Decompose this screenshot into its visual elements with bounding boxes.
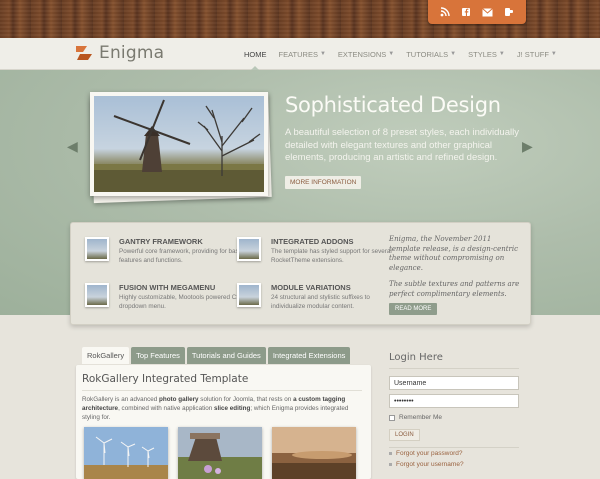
- divider: [82, 390, 362, 391]
- feature-thumbnail: [237, 283, 261, 307]
- feature-thumbnail: [85, 237, 109, 261]
- site-header: Enigma HOME FEATURES ▼ EXTENSIONS ▼ TUTORI…: [0, 38, 600, 71]
- remember-label: Remember Me: [399, 414, 442, 421]
- windmill-image: [94, 96, 264, 192]
- gallery-image-windmill[interactable]: [178, 427, 262, 479]
- twitter-icon[interactable]: [502, 6, 516, 18]
- nav-home-label: HOME: [244, 49, 267, 59]
- chevron-down-icon: ▼: [450, 51, 457, 57]
- feature-thumbnail: [85, 283, 109, 307]
- photo-frame: [90, 92, 268, 196]
- text-bold: photo gallery: [159, 396, 199, 403]
- feature-description: 24 structural and stylistic suffixes to …: [271, 294, 370, 310]
- gallery: [84, 427, 356, 479]
- feature-description: The template has styled support for seve…: [271, 248, 392, 264]
- remember-me[interactable]: Remember Me: [389, 414, 442, 421]
- text-part: solution for Joomla, that rests on: [198, 396, 294, 403]
- quote-paragraph: Enigma, the November 2011 template relea…: [389, 235, 519, 272]
- nav-styles-label: STYLES: [468, 49, 497, 59]
- tab-top-features[interactable]: Top Features: [131, 347, 185, 364]
- bullet-icon: [389, 452, 392, 455]
- email-icon[interactable]: [481, 6, 495, 18]
- chevron-down-icon: ▼: [319, 51, 326, 57]
- rss-icon[interactable]: [438, 6, 452, 18]
- chevron-left-icon[interactable]: ◀: [67, 138, 78, 155]
- text-part: RokGallery is an advanced: [82, 396, 160, 403]
- features-panel: GANTRY FRAMEWORK Powerful core framework…: [70, 222, 531, 325]
- forgot-username-label: Forgot your username?: [396, 461, 464, 468]
- remember-checkbox[interactable]: [389, 414, 395, 421]
- feature-title: INTEGRATED ADDONS: [271, 237, 354, 246]
- tab-bar: RokGallery Top Features Tutorials and Gu…: [82, 347, 351, 364]
- nav-tutorials-label: TUTORIALS: [406, 49, 449, 59]
- nav-home[interactable]: HOME: [238, 38, 273, 71]
- forgot-username-link[interactable]: Forgot your username?: [389, 461, 464, 468]
- login-button[interactable]: LOGIN: [389, 429, 420, 441]
- quote-paragraph: The subtle textures and patterns are per…: [389, 280, 520, 298]
- nav-features-label: FEATURES: [278, 49, 318, 59]
- enigma-logo-icon: [76, 46, 92, 60]
- bullet-icon: [389, 463, 392, 466]
- feature-thumbnail: [237, 237, 261, 261]
- gallery-image-windturbines[interactable]: [84, 427, 168, 479]
- text-bold: slice editing: [213, 405, 251, 412]
- username-field[interactable]: [389, 376, 519, 390]
- showcase-photo: [90, 92, 272, 204]
- gallery-image-landscape[interactable]: [272, 427, 356, 479]
- tab-rokgallery[interactable]: RokGallery: [82, 347, 130, 364]
- read-more-button[interactable]: READ MORE: [389, 303, 438, 315]
- tab-content: RokGallery Integrated Template RokGaller…: [76, 365, 371, 479]
- chevron-down-icon: ▼: [388, 51, 395, 57]
- more-information-button[interactable]: MORE INFORMATION: [285, 176, 362, 189]
- feature-title: FUSION WITH MEGAMENU: [119, 283, 216, 292]
- tab-extensions[interactable]: Integrated Extensions: [267, 347, 351, 364]
- social-bar: [428, 0, 526, 24]
- facebook-icon[interactable]: [459, 6, 473, 18]
- showcase-description: A beautiful selection of 8 preset styles…: [285, 127, 519, 163]
- nav-styles[interactable]: STYLES ▼: [462, 38, 511, 70]
- nav-jstuff-label: J! STUFF: [516, 49, 549, 59]
- logo-text: Enigma: [99, 43, 165, 63]
- nav-tutorials[interactable]: TUTORIALS ▼: [400, 38, 462, 70]
- nav-extensions-label: EXTENSIONS: [337, 49, 387, 59]
- nav-jstuff[interactable]: J! STUFF ▼: [511, 38, 563, 70]
- feature-description: Highly customizable, Mootools powered CS…: [119, 294, 245, 310]
- logo[interactable]: Enigma: [74, 43, 164, 63]
- content-text: RokGallery is an advanced photo gallery …: [82, 395, 364, 422]
- feature-description: Powerful core framework, providing for b…: [119, 248, 243, 264]
- nav-features[interactable]: FEATURES ▼: [273, 38, 332, 70]
- password-field[interactable]: [389, 394, 519, 408]
- features-quote: Enigma, the November 2011 template relea…: [389, 235, 521, 299]
- divider: [389, 368, 519, 369]
- content-title: RokGallery Integrated Template: [82, 373, 249, 385]
- chevron-down-icon: ▼: [498, 51, 505, 57]
- showcase-title: Sophisticated Design: [285, 93, 501, 117]
- feature-title: MODULE VARIATIONS: [271, 283, 351, 292]
- feature-title: GANTRY FRAMEWORK: [119, 237, 203, 246]
- forgot-password-link[interactable]: Forgot your password?: [389, 450, 462, 457]
- forgot-password-label: Forgot your password?: [396, 450, 463, 457]
- nav-extensions[interactable]: EXTENSIONS ▼: [332, 38, 400, 70]
- text-part: , combined with native application: [118, 405, 214, 412]
- divider: [389, 447, 519, 448]
- login-title: Login Here: [389, 352, 443, 363]
- main-nav: HOME FEATURES ▼ EXTENSIONS ▼ TUTORIALS ▼ ST…: [238, 38, 563, 71]
- chevron-down-icon: ▼: [550, 51, 557, 57]
- tab-tutorials[interactable]: Tutorials and Guides: [186, 347, 266, 364]
